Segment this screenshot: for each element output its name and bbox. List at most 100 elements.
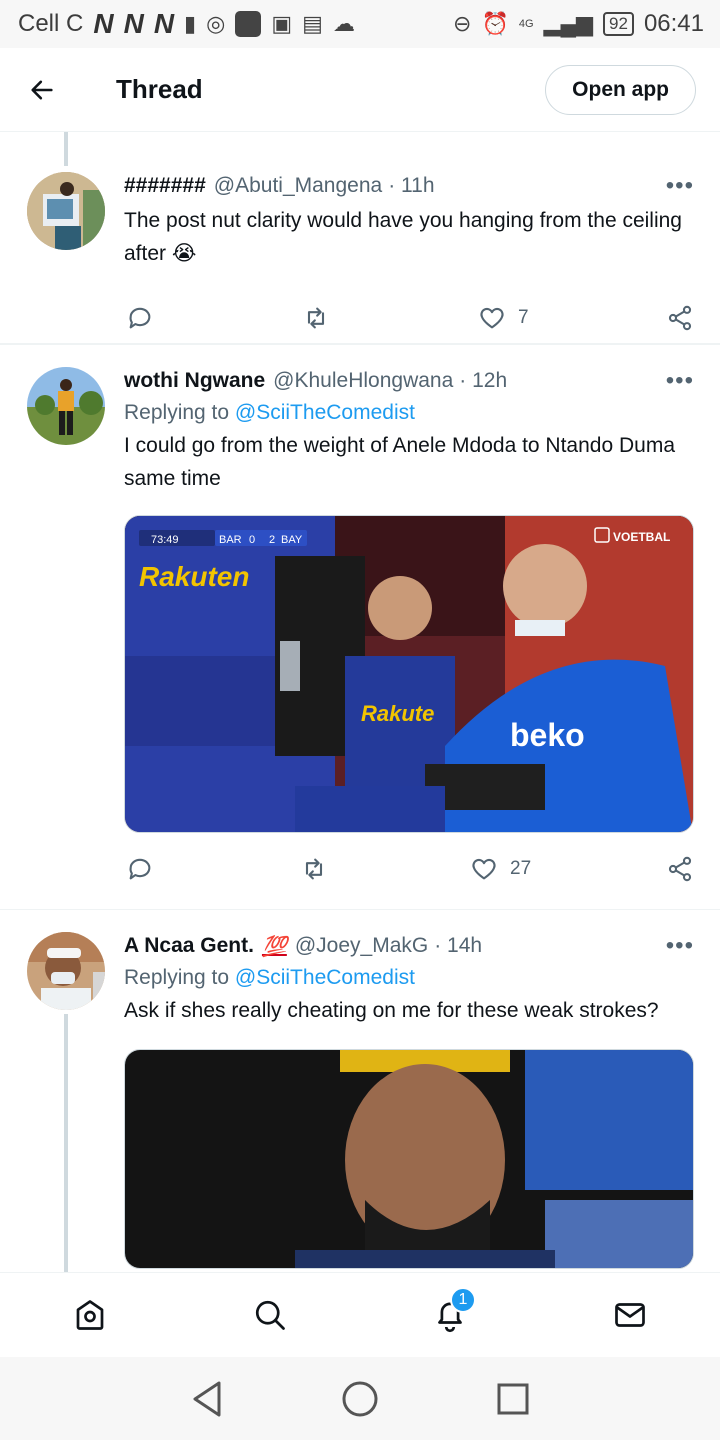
display-name[interactable]: A Ncaa Gent. [124,934,254,958]
tweet-header: ####### @Abuti_Mangena · 11h ••• [124,172,694,200]
notification-badge: 1 [450,1287,476,1313]
dnd-icon: ⊖ [453,11,472,36]
thread-feed[interactable]: ####### @Abuti_Mangena · 11h ••• The pos… [0,132,720,1272]
tweet-actions: 7 [124,288,694,348]
scoreboard-away-score: 2 [269,534,275,546]
network-type-label: 4G [518,17,534,30]
system-recents-button[interactable] [483,1369,543,1429]
like-button[interactable]: 27 [470,855,531,883]
page-title: Thread [116,74,203,104]
more-options-icon[interactable]: ••• [666,172,694,200]
tweet-text: I could go from the weight of Anele Mdod… [124,434,675,490]
tweet-header: A Ncaa Gent. 💯 @Joey_MakG · 14h ••• [124,932,694,960]
broadcaster-logo: VOETBAL [613,530,670,544]
replying-to-label: Replying to [124,966,230,989]
retweet-icon [305,858,323,880]
sd-card-icon: ▮ [184,11,197,36]
scoreboard-time: 73:49 [151,534,179,546]
tweet[interactable]: wothi Ngwane @KhuleHlongwana · 12h ••• R… [0,344,720,910]
nav-messages[interactable] [600,1285,660,1345]
mail-icon [615,1303,645,1327]
nav-home[interactable] [60,1285,120,1345]
calendar-icon: ▤ [302,11,323,36]
retweet-button[interactable] [300,855,328,883]
tweet-time: · 11h [388,174,435,197]
signal-icon: ▂▄▆ [543,11,594,36]
avatar-image [27,172,105,250]
nav-search[interactable] [240,1285,300,1345]
reply-icon [129,858,151,880]
tweet[interactable]: A Ncaa Gent. 💯 @Joey_MakG · 14h ••• Repl… [0,910,720,1272]
more-options-icon[interactable]: ••• [666,932,694,960]
thread-connector-line [64,1014,68,1272]
avatar[interactable] [27,932,105,1010]
bottom-navigation: 1 [0,1272,720,1357]
display-name[interactable]: wothi Ngwane [124,369,265,393]
replying-to: Replying to @SciiTheComedist [124,966,694,990]
clock: 06:41 [643,10,704,37]
network-n-icon: N [153,8,175,39]
search-icon [255,1300,285,1330]
share-icon [668,305,692,331]
open-app-button[interactable]: Open app [545,64,696,115]
tweet-media-image[interactable] [124,1049,694,1269]
tweet-media-image[interactable]: 73:49 BAR 0 2 BAY VOETBAL Rakuten Rakute… [124,515,694,833]
replying-to-label: Replying to [124,401,230,424]
sponsor-rakuten-small: Rakute [361,701,434,726]
share-icon [668,856,692,882]
like-count: 7 [518,307,529,328]
share-button[interactable] [666,304,694,332]
heart-icon [480,307,504,329]
tweet-time: · 14h [434,934,483,957]
user-handle[interactable]: @Joey_MakG [295,934,428,958]
mention-link[interactable]: @SciiTheComedist [235,966,415,989]
arrow-left-icon [31,80,53,99]
tweet-text: Ask if shes really cheating on me for th… [124,999,659,1022]
sponsor-beko: beko [510,717,585,753]
mention-link[interactable]: @SciiTheComedist [235,401,415,424]
tweet-text: The post nut clarity would have you hang… [124,209,682,265]
system-back-button[interactable] [177,1369,237,1429]
reply-button[interactable] [126,304,154,332]
reply-button[interactable] [126,855,154,883]
home-icon [76,1300,104,1330]
circle-home-icon [342,1381,378,1416]
scoreboard-home-team: BAR [219,534,242,546]
hundred-emoji: 💯 [261,935,287,958]
user-handle[interactable]: @Abuti_Mangena [214,174,382,198]
network-n-icon: N [123,8,144,39]
cloud-icon: ☁ [332,11,355,36]
heart-icon [472,858,496,880]
display-name[interactable]: ####### [124,174,206,198]
more-options-icon[interactable]: ••• [666,367,694,395]
tweet-actions: 27 [124,839,694,899]
status-bar: Cell C N N N ▮ ◎ ▣ ▤ ☁ ⊖ ⏰ 4G ▂▄▆ 92 06:… [0,0,720,48]
avatar[interactable] [27,367,105,445]
avatar-image [27,367,105,445]
square-recents-icon [497,1383,529,1414]
gallery-icon: ▣ [271,11,293,36]
like-button[interactable]: 7 [478,304,529,332]
system-home-button[interactable] [330,1369,390,1429]
avatar[interactable] [27,172,105,250]
network-n-icon: N [93,8,114,39]
battery-indicator: 92 [603,12,634,36]
tweet[interactable]: ####### @Abuti_Mangena · 11h ••• The pos… [0,132,720,344]
nav-notifications[interactable]: 1 [420,1285,480,1345]
top-app-bar: Thread Open app [0,48,720,132]
football-bench-photo: 73:49 BAR 0 2 BAY VOETBAL Rakuten Rakute… [125,516,693,832]
scoreboard-home-score: 0 [249,534,255,546]
tweet-time: · 12h [459,369,508,392]
reply-icon [129,307,151,329]
scoreboard-away-team: BAY [281,534,303,546]
avatar-image [27,932,105,1010]
carrier-label: Cell C [18,10,84,37]
app-icon [235,11,262,37]
camera-icon: ◎ [206,11,226,36]
retweet-icon [307,307,325,329]
sponsor-rakuten: Rakuten [139,561,249,592]
share-button[interactable] [666,855,694,883]
back-button[interactable] [18,66,66,114]
user-handle[interactable]: @KhuleHlongwana [273,369,453,393]
retweet-button[interactable] [302,304,330,332]
